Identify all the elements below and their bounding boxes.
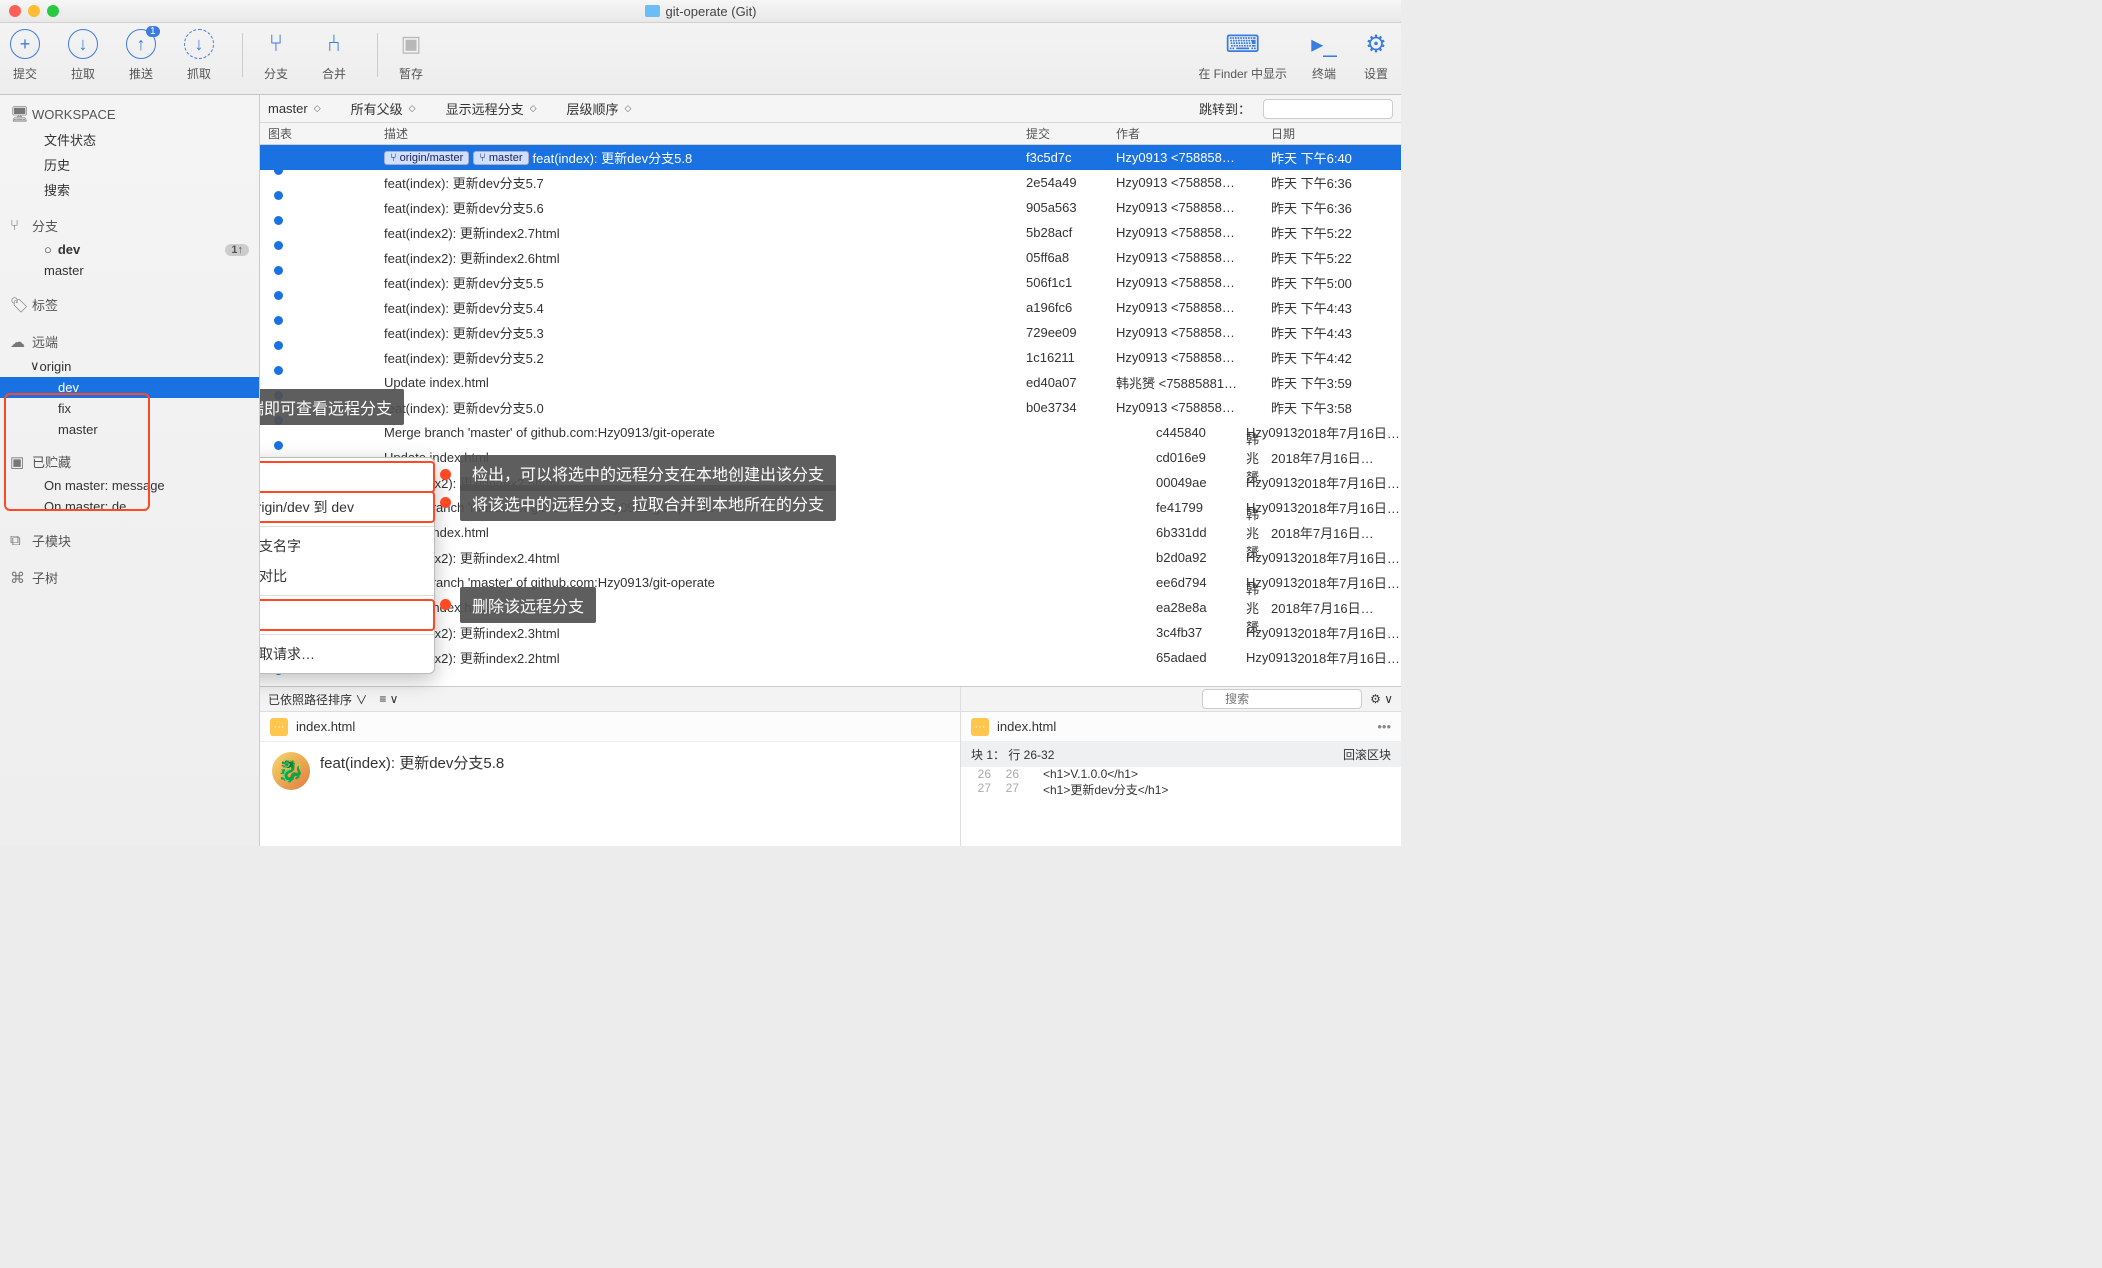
section-stashes[interactable]: ▣已贮藏 [0,448,259,475]
branch-dev[interactable]: ○dev1↑ [0,239,259,260]
show-in-finder-button[interactable]: ⌨在 Finder 中显示 [1198,29,1287,82]
close-window[interactable] [9,5,21,17]
commit-row[interactable]: ⑂ origin/master⑂ masterfeat(index): 更新de… [260,145,1401,170]
col-desc[interactable]: 描述 [380,123,1026,144]
merge-button[interactable]: ⑃合并 [319,29,349,82]
commit-row[interactable]: feat(index): 更新dev分支5.3 729ee09 Hzy0913 … [260,320,1401,345]
annot-delete: 删除该远程分支 [460,587,596,623]
pull-button[interactable]: ↓拉取 [68,29,98,82]
jump-to-input[interactable] [1263,99,1393,119]
branch-button[interactable]: ⑂分支 [261,29,291,82]
commit-row[interactable]: feat(index): 更新dev分支5.2 1c16211 Hzy0913 … [260,345,1401,370]
commit-button[interactable]: +提交 [10,29,40,82]
col-hash[interactable]: 提交 [1026,123,1116,144]
sidebar-history[interactable]: 历史 [0,152,259,177]
commit-row[interactable]: Update index.html ed40a07 韩兆赟 <75885881…… [260,370,1401,395]
remote-origin[interactable]: ∨ origin [0,355,259,377]
diff-line: 2626<h1>V.1.0.0</h1> [961,767,1401,781]
file-name[interactable]: index.html [296,719,355,734]
commit-row[interactable]: feat(index): 更新dev分支5.0 b0e3734 Hzy0913 … [260,395,1401,420]
annot-pull: 将该选中的远程分支，拉取合并到本地所在的分支 [460,485,836,521]
section-branches[interactable]: ⑂分支 [0,212,259,239]
remote-branch-fix[interactable]: fix [0,398,259,419]
ctx-delete[interactable]: 删除… [260,600,434,630]
commit-row[interactable]: feat(index): 更新dev分支5.7 2e54a49 Hzy0913 … [260,170,1401,195]
stash-item[interactable]: On master: de [0,496,259,517]
ctx-checkout[interactable]: 检出… [260,462,434,492]
diff-line: 2727<h1>更新dev分支</h1> [961,781,1401,798]
sidebar-search[interactable]: 搜索 [0,177,259,202]
commit-row[interactable]: Merge branch 'master' of github.com:Hzy0… [260,420,1401,445]
col-date[interactable]: 日期 [1271,123,1401,144]
col-auth[interactable]: 作者 [1116,123,1271,144]
filter-parents[interactable]: 所有父级◇ [351,99,416,118]
ctx-pull-to[interactable]: 拉取 origin/dev 到 dev [260,492,434,522]
sort-dropdown[interactable]: 已依照路径排序 ∨ [268,691,367,708]
fetch-button[interactable]: ↓抓取 [184,29,214,82]
hunk-label: 块 1： 行 26-32 [971,746,1054,763]
context-menu: 检出… 拉取 origin/dev 到 dev 复制分支名字 与当前对比 删除…… [260,457,435,674]
stash-item[interactable]: On master: message [0,475,259,496]
filter-remote[interactable]: 显示远程分支◇ [446,99,537,118]
diff-search-input[interactable] [1202,689,1362,709]
list-view-icon[interactable]: ≡ ∨ [379,692,398,706]
section-subtrees[interactable]: ⌘子树 [0,564,259,591]
diff-file-name: index.html [997,719,1056,734]
filter-order[interactable]: 层级顺序◇ [567,99,632,118]
remote-branch-master[interactable]: master [0,419,259,440]
section-remotes[interactable]: ☁远端 [0,328,259,355]
sidebar: 🖥WORKSPACE 文件状态 历史 搜索 ⑂分支 ○dev1↑ master … [0,95,260,846]
section-submodules[interactable]: ⧉子模块 [0,527,259,554]
commit-row[interactable]: feat(index): 更新dev分支5.4 a196fc6 Hzy0913 … [260,295,1401,320]
section-workspace[interactable]: 🖥WORKSPACE [0,101,259,127]
jump-to-label: 跳转到： [1199,99,1251,118]
ctx-copy-name[interactable]: 复制分支名字 [260,531,434,561]
filter-branch[interactable]: master◇ [268,101,321,116]
push-button[interactable]: ↑1推送 [126,29,156,82]
file-icon: ··· [270,718,288,736]
ctx-diff-current[interactable]: 与当前对比 [260,561,434,591]
gear-icon[interactable]: ⚙ ∨ [1370,692,1393,706]
stash-button[interactable]: ▣暂存 [396,29,426,82]
maximize-window[interactable] [47,5,59,17]
branch-master[interactable]: master [0,260,259,281]
window-title: git-operate (Git) [665,4,756,19]
annot-remote-expand: 展开远端即可查看远程分支 [260,389,404,425]
section-tags[interactable]: 🏷标签 [0,291,259,318]
commit-row[interactable]: feat(index): 更新dev分支5.6 905a563 Hzy0913 … [260,195,1401,220]
titlebar: git-operate (Git) [0,0,1401,23]
commit-row[interactable]: feat(index2): 更新index2.7html 5b28acf Hzy… [260,220,1401,245]
commit-message: feat(index): 更新dev分支5.8 [320,752,504,836]
col-graph[interactable]: 图表 [260,123,380,144]
file-icon: ··· [971,718,989,736]
commit-row[interactable]: feat(index2): 更新index2.6html 05ff6a8 Hzy… [260,245,1401,270]
settings-button[interactable]: ⚙设置 [1361,29,1391,82]
more-icon[interactable]: ••• [1377,719,1391,734]
sidebar-filestate[interactable]: 文件状态 [0,127,259,152]
minimize-window[interactable] [28,5,40,17]
rollback-hunk[interactable]: 回滚区块 [1343,746,1391,763]
main-toolbar: +提交 ↓拉取 ↑1推送 ↓抓取 ⑂分支 ⑃合并 ▣暂存 ⌨在 Finder 中… [0,23,1401,95]
ctx-create-pr[interactable]: 创建拉取请求… [260,639,434,669]
terminal-button[interactable]: ▸_终端 [1309,29,1339,82]
folder-icon [644,5,659,17]
commit-row[interactable]: feat(index): 更新dev分支5.5 506f1c1 Hzy0913 … [260,270,1401,295]
avatar: 🐉 [272,752,310,790]
remote-branch-dev[interactable]: dev [0,377,259,398]
